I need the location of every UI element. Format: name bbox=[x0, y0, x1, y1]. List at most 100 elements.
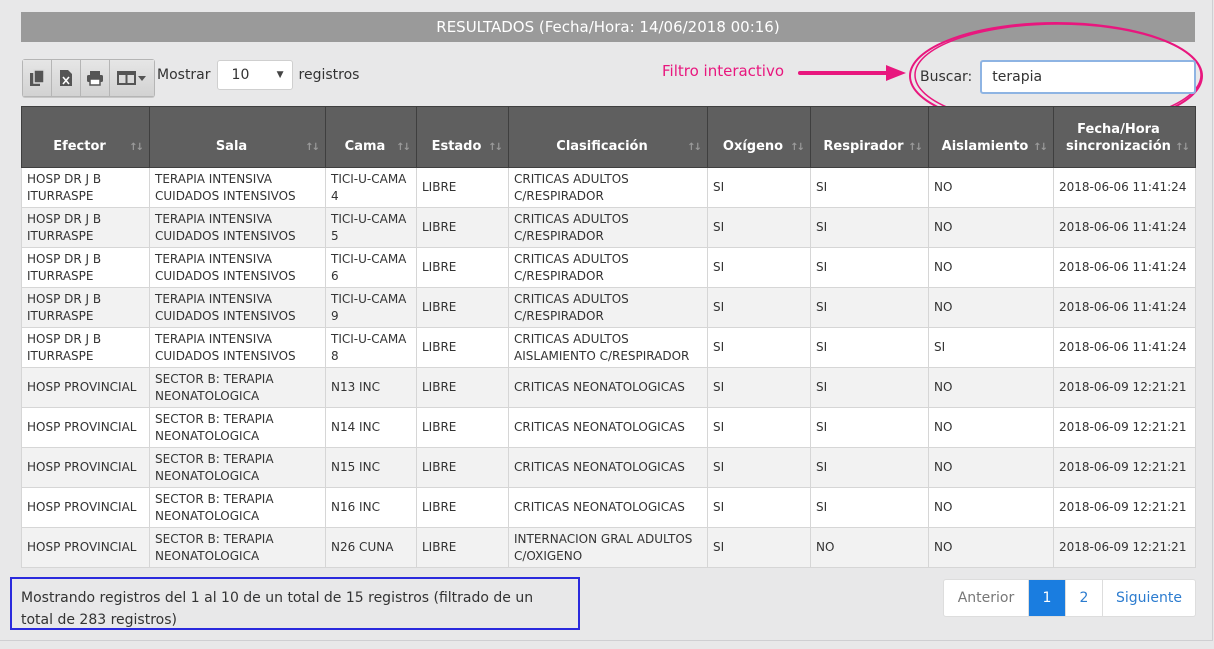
copy-button[interactable] bbox=[23, 60, 52, 96]
column-header[interactable]: Aislamiento ↑↓ bbox=[928, 106, 1054, 168]
table-cell: SI bbox=[707, 447, 811, 488]
table-cell: CRITICAS NEONATOLOGICAS bbox=[508, 447, 708, 488]
table-cell: 2018-06-06 11:41:24 bbox=[1053, 247, 1196, 288]
table-row: HOSP DR J B ITURRASPE TERAPIA INTENSIVA C… bbox=[21, 207, 1196, 248]
table-cell: NO bbox=[928, 287, 1054, 328]
table-cell: 2018-06-09 12:21:21 bbox=[1053, 367, 1196, 408]
page-2-button[interactable]: 2 bbox=[1066, 580, 1103, 616]
column-header[interactable]: Efector ↑↓ bbox=[21, 106, 150, 168]
table-cell: N26 CUNA bbox=[325, 527, 417, 568]
column-header[interactable]: Clasificación ↑↓ bbox=[508, 106, 708, 168]
table-header-row: Efector ↑↓ Sala ↑↓ Cama ↑↓ Estado ↑↓ Clasificaci… bbox=[21, 106, 1196, 168]
sort-icon: ↑↓ bbox=[305, 142, 320, 153]
table-cell: TERAPIA INTENSIVA CUIDADOS INTENSIVOS bbox=[149, 287, 326, 328]
table-cell: SI bbox=[810, 367, 929, 408]
table-cell: SECTOR B: TERAPIA NEONATOLOGICA bbox=[149, 487, 326, 528]
table-cell: HOSP DR J B ITURRASPE bbox=[21, 327, 150, 368]
table-cell: LIBRE bbox=[416, 287, 509, 328]
page-length-control: Mostrar 10 ▼ registros bbox=[157, 59, 359, 91]
sort-icon: ↑↓ bbox=[129, 142, 144, 153]
column-header-label: Efector bbox=[53, 139, 106, 154]
table-cell: SI bbox=[707, 327, 811, 368]
table-cell: SI bbox=[707, 247, 811, 288]
table-cell: CRITICAS NEONATOLOGICAS bbox=[508, 407, 708, 448]
table-cell: HOSP DR J B ITURRASPE bbox=[21, 207, 150, 248]
table-cell: SECTOR B: TERAPIA NEONATOLOGICA bbox=[149, 367, 326, 408]
table-cell: CRITICAS NEONATOLOGICAS bbox=[508, 487, 708, 528]
table-cell: TERAPIA INTENSIVA CUIDADOS INTENSIVOS bbox=[149, 247, 326, 288]
table-cell: N14 INC bbox=[325, 407, 417, 448]
column-header[interactable]: Fecha/Hora sincronización ↑↓ bbox=[1053, 106, 1196, 168]
table-cell: HOSP DR J B ITURRASPE bbox=[21, 287, 150, 328]
search-input[interactable]: terapia bbox=[980, 60, 1197, 94]
print-icon bbox=[87, 71, 103, 86]
table-cell: TICI-U-CAMA 4 bbox=[325, 167, 417, 208]
table-cell: TERAPIA INTENSIVA CUIDADOS INTENSIVOS bbox=[149, 167, 326, 208]
show-label: Mostrar bbox=[157, 67, 211, 83]
table-row: HOSP DR J B ITURRASPE TERAPIA INTENSIVA C… bbox=[21, 287, 1196, 328]
excel-button[interactable] bbox=[52, 60, 81, 96]
table-cell: SI bbox=[810, 287, 929, 328]
previous-page-button[interactable]: Anterior bbox=[944, 580, 1029, 616]
column-header-label: Cama bbox=[344, 139, 386, 154]
copy-icon bbox=[30, 69, 45, 86]
table-cell: 2018-06-06 11:41:24 bbox=[1053, 167, 1196, 208]
page-length-select[interactable]: 10 ▼ bbox=[216, 60, 293, 90]
search-label: Buscar: bbox=[920, 69, 973, 85]
table-cell: SI bbox=[810, 407, 929, 448]
column-header[interactable]: Cama ↑↓ bbox=[325, 106, 417, 168]
table-cell: NO bbox=[928, 407, 1054, 448]
table-cell: SI bbox=[810, 247, 929, 288]
column-header-label: Clasificación bbox=[556, 139, 648, 154]
table-cell: TICI-U-CAMA 6 bbox=[325, 247, 417, 288]
column-header[interactable]: Respirador ↑↓ bbox=[810, 106, 929, 168]
column-header[interactable]: Oxígeno ↑↓ bbox=[707, 106, 811, 168]
columns-button[interactable] bbox=[110, 60, 154, 96]
table-cell: TERAPIA INTENSIVA CUIDADOS INTENSIVOS bbox=[149, 207, 326, 248]
table-cell: LIBRE bbox=[416, 207, 509, 248]
sort-icon: ↑↓ bbox=[488, 142, 503, 153]
table-cell: LIBRE bbox=[416, 367, 509, 408]
table-cell: HOSP PROVINCIAL bbox=[21, 407, 150, 448]
table-row: HOSP DR J B ITURRASPE TERAPIA INTENSIVA C… bbox=[21, 247, 1196, 288]
annotation-arrow-icon bbox=[798, 65, 906, 81]
column-header-label: Estado bbox=[431, 139, 482, 154]
column-header[interactable]: Sala ↑↓ bbox=[149, 106, 326, 168]
table-cell: SI bbox=[810, 327, 929, 368]
next-page-button[interactable]: Siguiente bbox=[1103, 580, 1195, 616]
table-cell: NO bbox=[928, 247, 1054, 288]
table-cell: CRITICAS ADULTOS C/RESPIRADOR bbox=[508, 167, 708, 208]
column-header[interactable]: Estado ↑↓ bbox=[416, 106, 509, 168]
table-row: HOSP PROVINCIAL SECTOR B: TERAPIA NEONATO… bbox=[21, 447, 1196, 488]
table-cell: HOSP PROVINCIAL bbox=[21, 487, 150, 528]
table-cell: N16 INC bbox=[325, 487, 417, 528]
table-cell: LIBRE bbox=[416, 487, 509, 528]
table-cell: NO bbox=[928, 167, 1054, 208]
table-cell: HOSP PROVINCIAL bbox=[21, 447, 150, 488]
pagination: Anterior 1 2 Siguiente bbox=[943, 579, 1196, 617]
search-input-value: terapia bbox=[992, 69, 1043, 85]
table-cell: 2018-06-09 12:21:21 bbox=[1053, 407, 1196, 448]
column-header-label: Aislamiento bbox=[941, 139, 1029, 154]
column-header-label: Fecha/Hora sincronización bbox=[1066, 122, 1171, 154]
table-cell: NO bbox=[928, 367, 1054, 408]
table-cell: NO bbox=[928, 207, 1054, 248]
table-cell: TICI-U-CAMA 5 bbox=[325, 207, 417, 248]
column-header-label: Respirador bbox=[823, 139, 904, 154]
table-cell: N13 INC bbox=[325, 367, 417, 408]
table-cell: NO bbox=[928, 447, 1054, 488]
table-cell: HOSP DR J B ITURRASPE bbox=[21, 247, 150, 288]
page-1-button[interactable]: 1 bbox=[1029, 580, 1066, 616]
table-cell: 2018-06-09 12:21:21 bbox=[1053, 527, 1196, 568]
table-cell: NO bbox=[928, 527, 1054, 568]
table-cell: SECTOR B: TERAPIA NEONATOLOGICA bbox=[149, 527, 326, 568]
table-cell: LIBRE bbox=[416, 447, 509, 488]
table-cell: SI bbox=[707, 207, 811, 248]
table-row: HOSP PROVINCIAL SECTOR B: TERAPIA NEONATO… bbox=[21, 527, 1196, 568]
print-button[interactable] bbox=[81, 60, 110, 96]
table-cell: HOSP PROVINCIAL bbox=[21, 367, 150, 408]
table-cell: LIBRE bbox=[416, 407, 509, 448]
annotation-label: Filtro interactivo bbox=[662, 62, 785, 80]
results-table: Efector ↑↓ Sala ↑↓ Cama ↑↓ Estado ↑↓ Clasificaci… bbox=[21, 106, 1196, 568]
table-cell: CRITICAS ADULTOS C/RESPIRADOR bbox=[508, 247, 708, 288]
